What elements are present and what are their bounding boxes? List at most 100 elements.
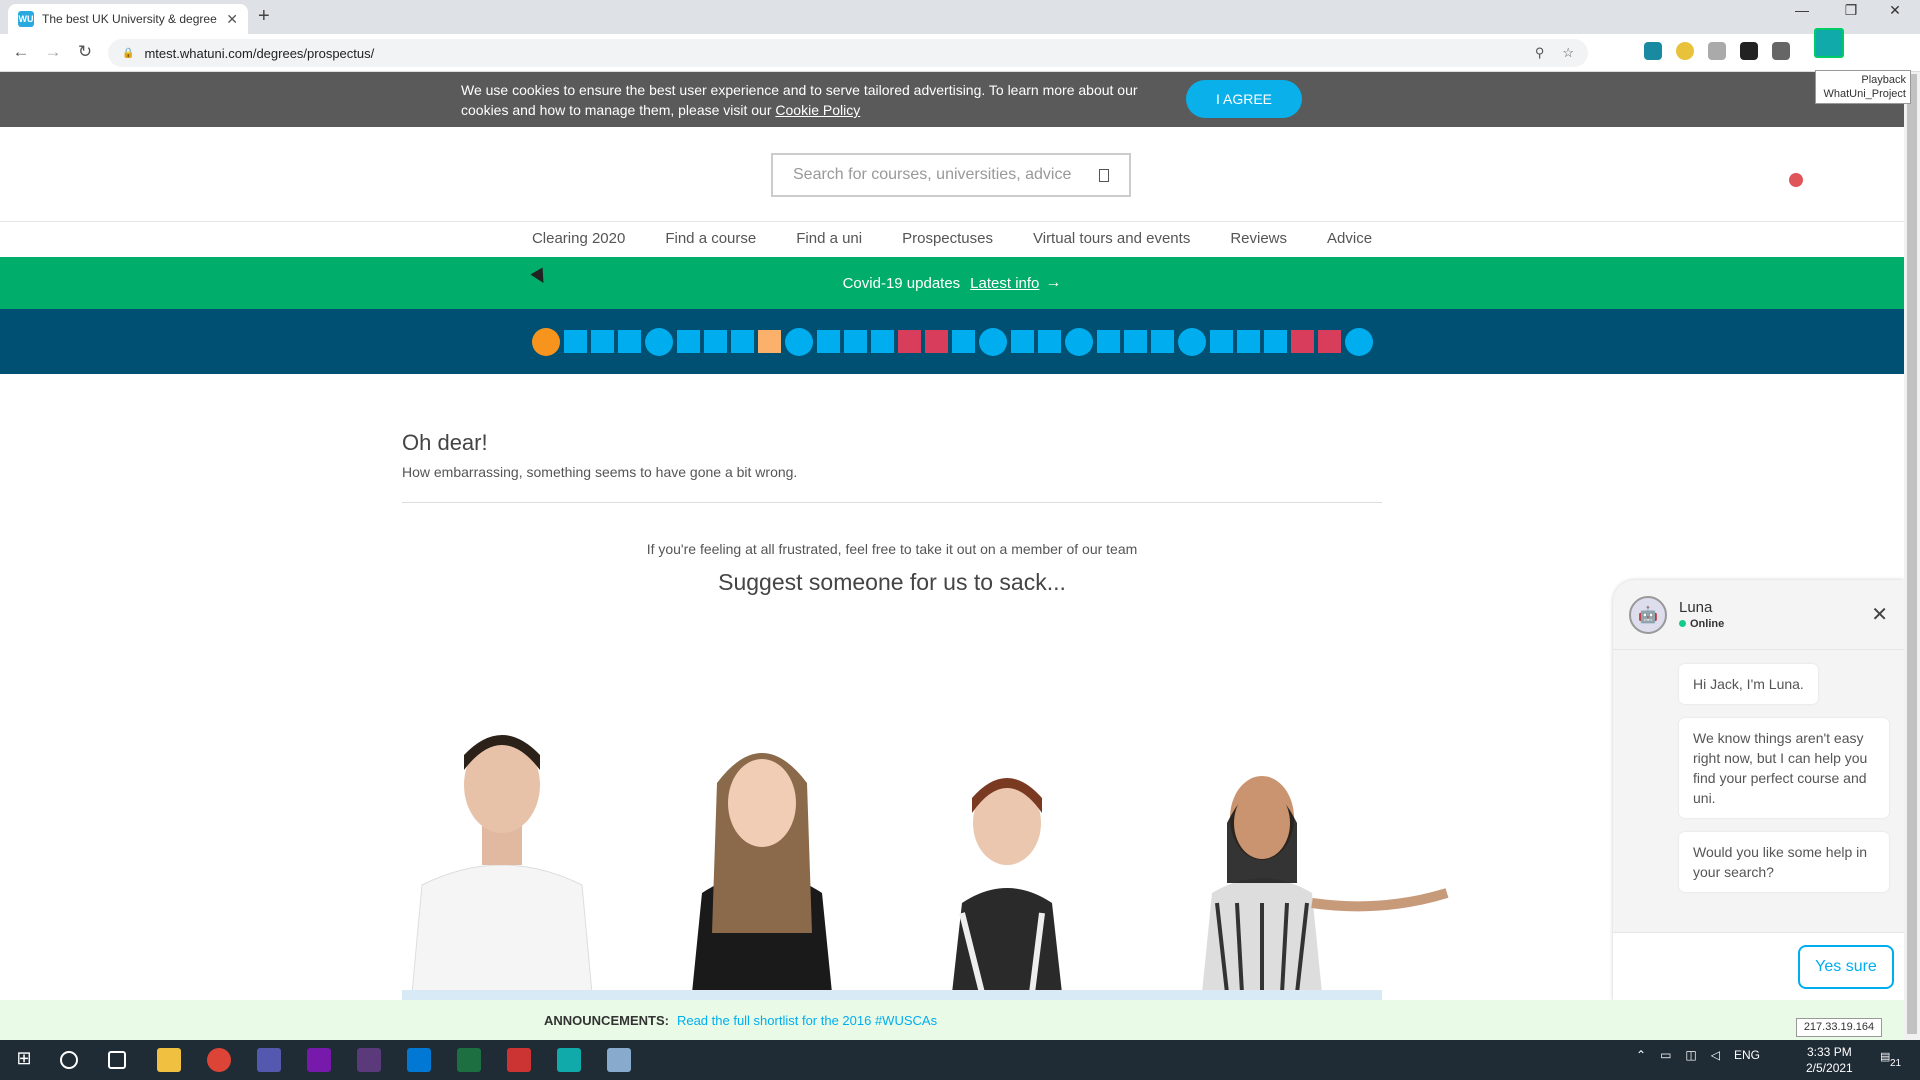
site-header: Search for courses, universities, advice bbox=[0, 127, 1904, 221]
notification-count: 21 bbox=[1890, 1058, 1902, 1069]
photo-floor bbox=[402, 990, 1382, 1000]
shape bbox=[816, 330, 840, 353]
bookmark-star-icon[interactable]: ☆ bbox=[1562, 45, 1574, 61]
nav-find-course[interactable]: Find a course bbox=[645, 222, 776, 257]
chat-agent: Luna Online bbox=[1679, 599, 1724, 630]
app-icon[interactable] bbox=[507, 1048, 531, 1072]
shape bbox=[563, 330, 587, 353]
app-icon[interactable] bbox=[357, 1048, 381, 1072]
yes-sure-button[interactable]: Yes sure bbox=[1798, 945, 1894, 989]
ip-address-label: 217.33.19.164 bbox=[1796, 1018, 1882, 1037]
error-content: Oh dear! How embarrassing, something see… bbox=[402, 430, 1382, 596]
address-bar[interactable]: 🔒 mtest.whatuni.com/degrees/prospectus/ … bbox=[108, 39, 1588, 67]
forward-icon[interactable]: → bbox=[42, 42, 64, 62]
decorative-shapes-bar bbox=[0, 309, 1904, 374]
location-icon[interactable]: ⚲ bbox=[1535, 45, 1545, 61]
announcement-bar: ANNOUNCEMENTS: Read the full shortlist f… bbox=[0, 1000, 1904, 1040]
file-explorer-icon[interactable] bbox=[157, 1048, 181, 1072]
luna-avatar-icon: 🤖 bbox=[1629, 595, 1667, 634]
team-member-image[interactable] bbox=[672, 733, 852, 993]
chrome-icon[interactable] bbox=[207, 1048, 231, 1072]
outlook-icon[interactable] bbox=[407, 1048, 431, 1072]
shape bbox=[978, 327, 1007, 356]
browser-tab[interactable]: WU The best UK University & degree ✕ bbox=[8, 4, 248, 34]
shape bbox=[1177, 327, 1206, 356]
whatuni-favicon-icon: WU bbox=[18, 11, 34, 27]
extension-icon[interactable] bbox=[1676, 42, 1694, 60]
page-scrollbar[interactable] bbox=[1904, 72, 1920, 1040]
chat-widget: 🤖 Luna Online ✕ Hi Jack, I'm Luna. We kn… bbox=[1613, 580, 1904, 1000]
search-icon[interactable] bbox=[1099, 168, 1109, 182]
scrollbar-thumb[interactable] bbox=[1907, 74, 1917, 1034]
shape bbox=[730, 330, 754, 353]
network-icon[interactable]: ◫ bbox=[1685, 1048, 1696, 1062]
shape bbox=[1344, 327, 1373, 356]
minimize-icon[interactable]: — bbox=[1787, 2, 1817, 18]
puzzle-extensions-icon[interactable] bbox=[1772, 42, 1790, 60]
nav-reviews[interactable]: Reviews bbox=[1210, 222, 1307, 257]
shape bbox=[590, 330, 614, 353]
language-indicator[interactable]: ENG bbox=[1734, 1048, 1760, 1062]
date: 2/5/2021 bbox=[1806, 1061, 1853, 1075]
chevron-up-icon[interactable]: ⌃ bbox=[1636, 1048, 1646, 1062]
search-input[interactable]: Search for courses, universities, advice bbox=[771, 153, 1131, 197]
cookie-banner: We use cookies to ensure the best user e… bbox=[0, 72, 1920, 127]
onenote-icon[interactable] bbox=[307, 1048, 331, 1072]
app-icon[interactable] bbox=[557, 1048, 581, 1072]
back-icon[interactable]: ← bbox=[10, 42, 32, 62]
restore-icon[interactable]: ❐ bbox=[1836, 2, 1866, 19]
nav-virtual-tours[interactable]: Virtual tours and events bbox=[1013, 222, 1210, 257]
shape bbox=[784, 327, 813, 356]
notification-dot[interactable] bbox=[1789, 173, 1803, 187]
cookie-text: We use cookies to ensure the best user e… bbox=[461, 80, 1161, 120]
teams-icon[interactable] bbox=[257, 1048, 281, 1072]
tab-title: The best UK University & degree bbox=[42, 12, 217, 26]
arrow-right-icon: → bbox=[1045, 274, 1062, 291]
nav-clearing[interactable]: Clearing 2020 bbox=[512, 222, 645, 257]
shape bbox=[1317, 330, 1341, 353]
extension-icon[interactable] bbox=[1644, 42, 1662, 60]
volume-icon[interactable]: ◁ bbox=[1711, 1048, 1720, 1062]
reload-icon[interactable]: ↻ bbox=[74, 42, 96, 62]
frustrated-text: If you're feeling at all frustrated, fee… bbox=[646, 541, 1138, 557]
browser-chrome: WU The best UK University & degree ✕ + —… bbox=[0, 0, 1920, 72]
covid-text: Covid-19 updates bbox=[842, 274, 961, 292]
team-member-image[interactable] bbox=[402, 715, 602, 993]
nav-prospectuses[interactable]: Prospectuses bbox=[882, 222, 1013, 257]
new-tab-icon[interactable]: + bbox=[258, 5, 270, 28]
task-view-icon[interactable] bbox=[108, 1051, 126, 1069]
close-window-icon[interactable]: ✕ bbox=[1880, 2, 1910, 19]
tab-strip: WU The best UK University & degree ✕ + —… bbox=[0, 0, 1920, 34]
notifications-icon[interactable]: ▤ bbox=[1880, 1050, 1890, 1063]
close-tab-icon[interactable]: ✕ bbox=[226, 11, 238, 28]
close-chat-icon[interactable]: ✕ bbox=[1871, 602, 1888, 627]
cookie-policy-link[interactable]: Cookie Policy bbox=[775, 102, 860, 118]
chat-agent-name: Luna bbox=[1679, 599, 1713, 616]
nav-advice[interactable]: Advice bbox=[1307, 222, 1392, 257]
latest-info-link[interactable]: Latest info bbox=[970, 275, 1039, 292]
excel-icon[interactable] bbox=[457, 1048, 481, 1072]
playback-extension-icon[interactable] bbox=[1814, 28, 1844, 58]
announcement-link[interactable]: Read the full shortlist for the 2016 #WU… bbox=[677, 1013, 937, 1028]
team-member-image[interactable] bbox=[892, 763, 1122, 993]
shape bbox=[1236, 330, 1260, 353]
app-icon[interactable] bbox=[607, 1048, 631, 1072]
windows-start-icon[interactable]: ⊞ bbox=[12, 1048, 36, 1072]
team-member-image[interactable] bbox=[1102, 763, 1452, 993]
chat-message: Would you like some help in your search? bbox=[1679, 832, 1889, 892]
covid-banner: Covid-19 updates Latest info → bbox=[0, 257, 1904, 309]
shape bbox=[1096, 330, 1120, 353]
main-nav: Clearing 2020 Find a course Find a uni P… bbox=[0, 221, 1904, 257]
shape bbox=[924, 330, 948, 353]
agree-button[interactable]: I AGREE bbox=[1186, 80, 1302, 118]
extension-icon[interactable] bbox=[1708, 42, 1726, 60]
clock[interactable]: 3:33 PM 2/5/2021 bbox=[1806, 1044, 1853, 1076]
shape bbox=[617, 330, 641, 353]
nav-find-uni[interactable]: Find a uni bbox=[776, 222, 882, 257]
cortana-search-icon[interactable] bbox=[60, 1051, 78, 1069]
divider bbox=[402, 502, 1382, 503]
browser-toolbar: ← → ↻ 🔒 mtest.whatuni.com/degrees/prospe… bbox=[0, 34, 1920, 72]
battery-icon[interactable]: ▭ bbox=[1660, 1048, 1671, 1062]
extension-icon[interactable] bbox=[1740, 42, 1758, 60]
shape bbox=[1010, 330, 1034, 353]
